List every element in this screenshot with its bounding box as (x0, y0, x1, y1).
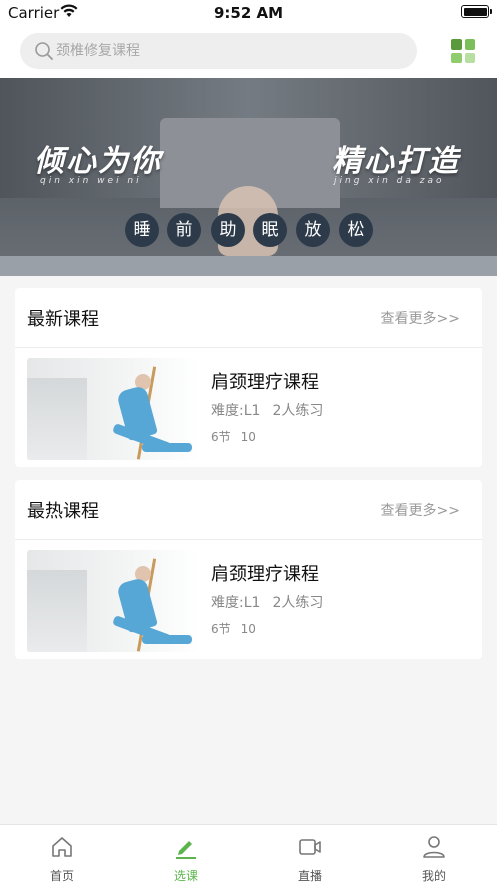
course-count: 10 (240, 622, 256, 636)
view-more-link[interactable]: 查看更多>> (381, 500, 460, 520)
section-title: 最热课程 (27, 501, 99, 522)
course-thumbnail (27, 550, 200, 652)
course-lessons: 6节 (211, 622, 231, 636)
course-count: 10 (240, 430, 256, 444)
banner-title-right: 精心打造 (332, 144, 460, 179)
tab-home[interactable]: 首页 (0, 825, 124, 883)
course-practice-count: 2人练习 (272, 595, 324, 611)
banner-pill: 助 (211, 213, 245, 247)
tab-label: 选课 (173, 869, 198, 883)
battery-icon (461, 5, 492, 18)
top-bar (0, 26, 497, 78)
tab-label: 我的 (421, 869, 446, 883)
banner-title-left: 倾心为你 (34, 144, 162, 179)
course-practice-count: 2人练习 (272, 403, 324, 419)
course-difficulty: 难度:L1 (211, 403, 261, 419)
grid-icon[interactable] (451, 39, 475, 63)
course-name: 肩颈理疗课程 (211, 372, 319, 393)
course-meta: 难度:L1 2人练习 (211, 400, 323, 420)
course-lessons: 6节 (211, 430, 231, 444)
course-item[interactable]: 肩颈理疗课程 难度:L1 2人练习 6节 10 (27, 550, 467, 652)
course-stats: 6节 10 (211, 620, 256, 637)
pencil-icon (173, 834, 199, 860)
search-bar[interactable] (20, 33, 417, 69)
user-icon (421, 834, 447, 860)
home-icon (49, 834, 75, 860)
course-thumbnail (27, 358, 200, 460)
view-more-link[interactable]: 查看更多>> (381, 308, 460, 328)
banner-pill: 松 (339, 213, 373, 247)
banner-pill: 放 (296, 213, 330, 247)
section-header: 最新课程 查看更多>> (15, 288, 482, 348)
banner-pill: 睡 (125, 213, 159, 247)
course-meta: 难度:L1 2人练习 (211, 592, 323, 612)
tab-profile[interactable]: 我的 (372, 825, 496, 883)
banner-pill: 眠 (253, 213, 287, 247)
section-header: 最热课程 查看更多>> (15, 480, 482, 540)
banner-subtitle-left: qin xin wei ni (40, 176, 142, 186)
search-icon (34, 41, 54, 65)
status-time: 9:52 AM (213, 4, 284, 22)
tab-bar: 首页 选课 直播 我的 (0, 824, 497, 883)
course-name: 肩颈理疗课程 (211, 564, 319, 585)
tab-label: 首页 (49, 869, 74, 883)
section-hot-courses: 最热课程 查看更多>> 肩颈理疗课程 难度:L1 2人练习 6节 10 (15, 480, 482, 659)
section-latest-courses: 最新课程 查看更多>> 肩颈理疗课程 难度:L1 2人练习 6节 10 (15, 288, 482, 467)
video-icon (297, 834, 323, 860)
banner-pill: 前 (167, 213, 201, 247)
tab-label: 直播 (297, 869, 322, 883)
search-input[interactable] (56, 33, 396, 69)
tab-courses[interactable]: 选课 (124, 825, 248, 883)
course-item[interactable]: 肩颈理疗课程 难度:L1 2人练习 6节 10 (27, 358, 467, 460)
banner-subtitle-right: jing xin da zao (334, 176, 445, 186)
course-difficulty: 难度:L1 (211, 595, 261, 611)
banner-bed (0, 256, 497, 276)
status-bar: Carrier 9:52 AM (0, 0, 497, 26)
section-title: 最新课程 (27, 309, 99, 330)
tab-live[interactable]: 直播 (248, 825, 372, 883)
course-stats: 6节 10 (211, 428, 256, 445)
